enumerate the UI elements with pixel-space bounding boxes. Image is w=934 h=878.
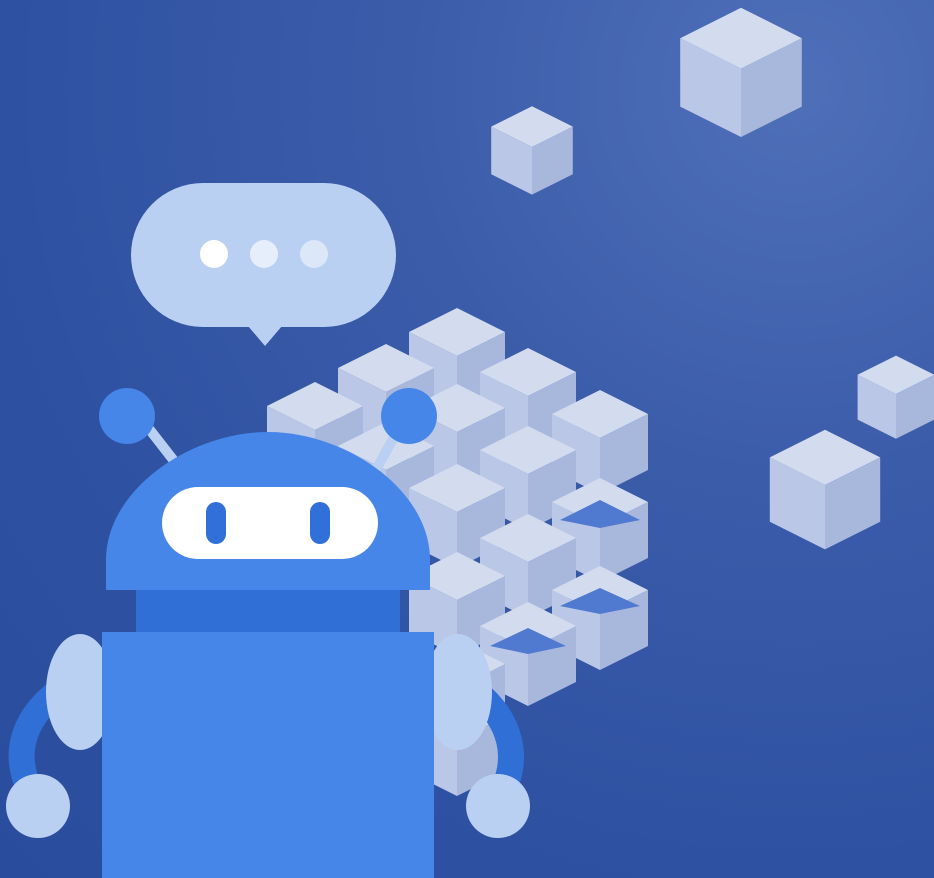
typing-dot-2 (250, 240, 278, 268)
illustration-canvas (6, 7, 934, 878)
speech-bubble-icon (131, 183, 396, 346)
robot-eye-right (310, 502, 330, 544)
typing-dot-3 (300, 240, 328, 268)
floating-cube-right-medium (769, 429, 881, 550)
floating-cube-top-right (680, 7, 802, 137)
robot-visor (162, 487, 378, 559)
floating-cube-top-small (491, 106, 573, 195)
typing-dot-1 (200, 240, 228, 268)
robot-eye-left (206, 502, 226, 544)
illustration-scene (0, 0, 934, 878)
floating-cube-right-small (857, 355, 934, 439)
